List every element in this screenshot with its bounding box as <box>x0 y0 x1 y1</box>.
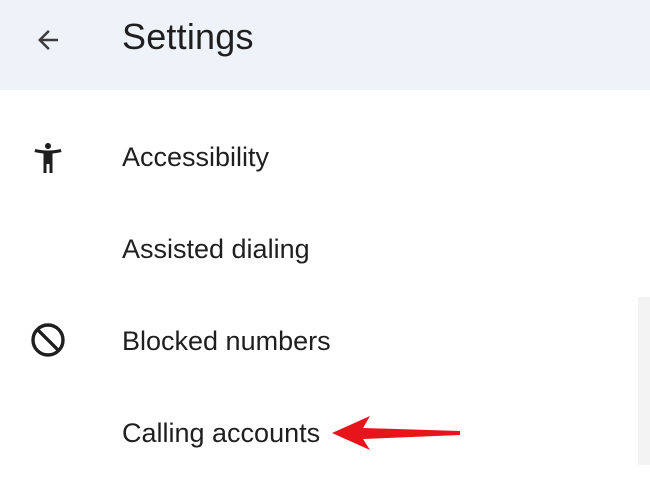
arrow-back-icon <box>38 30 58 50</box>
settings-item-label: Assisted dialing <box>122 234 310 264</box>
settings-item-blocked-numbers[interactable]: Blocked numbers <box>0 294 650 386</box>
block-icon <box>26 318 70 362</box>
settings-item-assisted-dialing[interactable]: Assisted dialing <box>0 202 650 294</box>
red-arrow-annotation <box>332 416 460 450</box>
settings-list: Accessibility Assisted dialing Blocked n… <box>0 90 650 465</box>
app-bar: Settings <box>0 0 650 90</box>
settings-item-accessibility[interactable]: Accessibility <box>0 110 650 202</box>
scrollbar-track[interactable] <box>638 297 650 465</box>
page-title: Settings <box>122 16 254 57</box>
settings-item-label: Calling accounts <box>122 418 321 448</box>
accessibility-icon <box>26 136 70 180</box>
settings-item-label: Accessibility <box>122 142 270 172</box>
settings-item-label: Blocked numbers <box>122 326 331 356</box>
settings-item-calling-accounts[interactable]: Calling accounts <box>0 386 650 478</box>
back-button[interactable] <box>22 14 74 66</box>
